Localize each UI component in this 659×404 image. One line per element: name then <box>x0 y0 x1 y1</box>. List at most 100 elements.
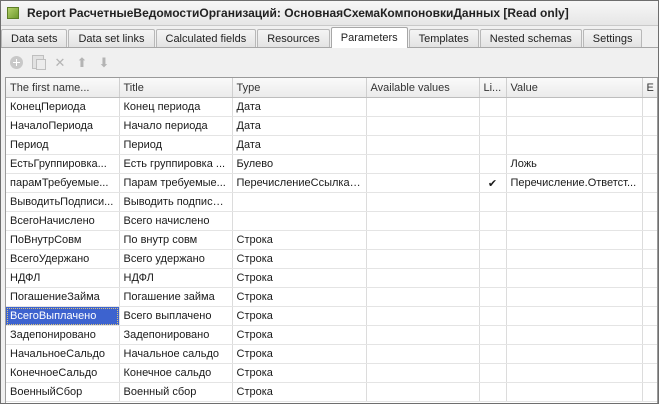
table-row[interactable]: ВсегоУдержано Всего удержано Строка <box>6 249 657 269</box>
cell-extra[interactable] <box>642 344 657 364</box>
cell-avail[interactable] <box>366 173 480 193</box>
cell-extra[interactable] <box>642 116 657 136</box>
cell-list[interactable] <box>479 230 507 250</box>
cell-name[interactable]: ПоВнутрСовм <box>6 230 120 250</box>
cell-title[interactable]: Парам требуемые... <box>119 173 233 193</box>
cell-avail[interactable] <box>366 268 480 288</box>
move-down-button[interactable]: ⬇ <box>95 53 113 71</box>
cell-name[interactable]: НДФЛ <box>6 268 120 288</box>
cell-avail[interactable] <box>366 249 480 269</box>
cell-value[interactable] <box>506 249 643 269</box>
cell-title[interactable]: Задепонировано <box>119 325 233 345</box>
tab-calculated-fields[interactable]: Calculated fields <box>155 29 257 47</box>
cell-list[interactable] <box>479 363 507 383</box>
table-row[interactable]: ВыводитьПодписи... Выводить подписи... <box>6 192 657 212</box>
cell-title[interactable]: Начало периода <box>119 116 233 136</box>
cell-avail[interactable] <box>366 344 480 364</box>
cell-name[interactable]: ВсегоВыплачено <box>6 306 120 326</box>
cell-type[interactable]: ПеречислениеСсылка.... <box>232 173 367 193</box>
cell-type[interactable] <box>232 211 367 231</box>
cell-type[interactable]: Строка <box>232 268 367 288</box>
cell-value[interactable] <box>506 287 643 307</box>
cell-extra[interactable] <box>642 382 657 402</box>
tab-data-set-links[interactable]: Data set links <box>68 29 155 47</box>
col-header-list[interactable]: Li... <box>479 78 507 98</box>
cell-type[interactable]: Строка <box>232 325 367 345</box>
cell-list[interactable] <box>479 287 507 307</box>
cell-list[interactable] <box>479 382 507 402</box>
cell-name[interactable]: парамТребуемые... <box>6 173 120 193</box>
table-row[interactable]: ВсегоНачислено Всего начислено <box>6 211 657 231</box>
cell-list[interactable] <box>479 211 507 231</box>
cell-extra[interactable] <box>642 306 657 326</box>
table-row[interactable]: НачальноеСальдо Начальное сальдо Строка <box>6 344 657 364</box>
cell-value[interactable] <box>506 116 643 136</box>
tab-settings[interactable]: Settings <box>582 29 643 47</box>
cell-type[interactable]: Строка <box>232 230 367 250</box>
col-header-extra[interactable]: E <box>642 78 657 98</box>
table-row[interactable]: КонечноеСальдо Конечное сальдо Строка <box>6 363 657 383</box>
move-up-button[interactable]: ⬆ <box>73 53 91 71</box>
table-row[interactable]: парамТребуемые... Парам требуемые... Переч… <box>6 173 657 193</box>
cell-list[interactable] <box>479 116 507 136</box>
table-row[interactable]: ЕстьГруппировка... Есть группировка ... Бу… <box>6 154 657 174</box>
cell-name[interactable]: Период <box>6 135 120 155</box>
cell-avail[interactable] <box>366 154 480 174</box>
tab-nested-schemas[interactable]: Nested schemas <box>479 29 582 47</box>
cell-extra[interactable] <box>642 154 657 174</box>
cell-title[interactable]: Конечное сальдо <box>119 363 233 383</box>
cell-title[interactable]: Есть группировка ... <box>119 154 233 174</box>
table-row[interactable]: НДФЛ НДФЛ Строка <box>6 268 657 288</box>
cell-value[interactable]: Ложь <box>506 154 643 174</box>
delete-button[interactable]: ✕ <box>51 53 69 71</box>
cell-value[interactable] <box>506 382 643 402</box>
cell-value[interactable] <box>506 211 643 231</box>
cell-name[interactable]: ВоенныйСбор <box>6 382 120 402</box>
cell-title[interactable]: Начальное сальдо <box>119 344 233 364</box>
add-button[interactable] <box>7 53 25 71</box>
col-header-value[interactable]: Value <box>506 78 643 98</box>
cell-title[interactable]: Период <box>119 135 233 155</box>
cell-name[interactable]: НачальноеСальдо <box>6 344 120 364</box>
cell-extra[interactable] <box>642 192 657 212</box>
table-row[interactable]: Задепонировано Задепонировано Строка <box>6 325 657 345</box>
cell-extra[interactable] <box>642 287 657 307</box>
table-row[interactable]: КонецПериода Конец периода Дата <box>6 97 657 117</box>
cell-title[interactable]: Выводить подписи... <box>119 192 233 212</box>
cell-list[interactable] <box>479 135 507 155</box>
cell-extra[interactable] <box>642 230 657 250</box>
col-header-name[interactable]: The first name... <box>6 78 120 98</box>
cell-type[interactable]: Дата <box>232 116 367 136</box>
cell-extra[interactable] <box>642 135 657 155</box>
cell-list[interactable] <box>479 306 507 326</box>
cell-list[interactable]: ✔ <box>479 173 507 193</box>
cell-name[interactable]: ВсегоНачислено <box>6 211 120 231</box>
cell-avail[interactable] <box>366 97 480 117</box>
col-header-title[interactable]: Title <box>119 78 233 98</box>
table-row[interactable]: НачалоПериода Начало периода Дата <box>6 116 657 136</box>
cell-value[interactable] <box>506 344 643 364</box>
cell-type[interactable]: Строка <box>232 306 367 326</box>
cell-extra[interactable] <box>642 325 657 345</box>
cell-avail[interactable] <box>366 287 480 307</box>
table-row[interactable]: Период Период Дата <box>6 135 657 155</box>
cell-extra[interactable] <box>642 211 657 231</box>
table-row[interactable]: ПогашениеЗайма Погашение займа Строка <box>6 287 657 307</box>
cell-type[interactable]: Дата <box>232 97 367 117</box>
cell-extra[interactable] <box>642 249 657 269</box>
tab-templates[interactable]: Templates <box>408 29 479 47</box>
cell-type[interactable] <box>232 192 367 212</box>
cell-avail[interactable] <box>366 230 480 250</box>
cell-value[interactable] <box>506 135 643 155</box>
cell-extra[interactable] <box>642 97 657 117</box>
cell-title[interactable]: Конец периода <box>119 97 233 117</box>
table-row[interactable]: ПоВнутрСовм По внутр совм Строка <box>6 230 657 250</box>
cell-type[interactable]: Строка <box>232 249 367 269</box>
cell-extra[interactable] <box>642 173 657 193</box>
col-header-type[interactable]: Type <box>232 78 367 98</box>
cell-avail[interactable] <box>366 382 480 402</box>
cell-title[interactable]: По внутр совм <box>119 230 233 250</box>
tab-resources[interactable]: Resources <box>257 29 330 47</box>
cell-extra[interactable] <box>642 363 657 383</box>
table-row[interactable]: ВсегоВыплачено Всего выплачено Строка <box>6 306 657 326</box>
